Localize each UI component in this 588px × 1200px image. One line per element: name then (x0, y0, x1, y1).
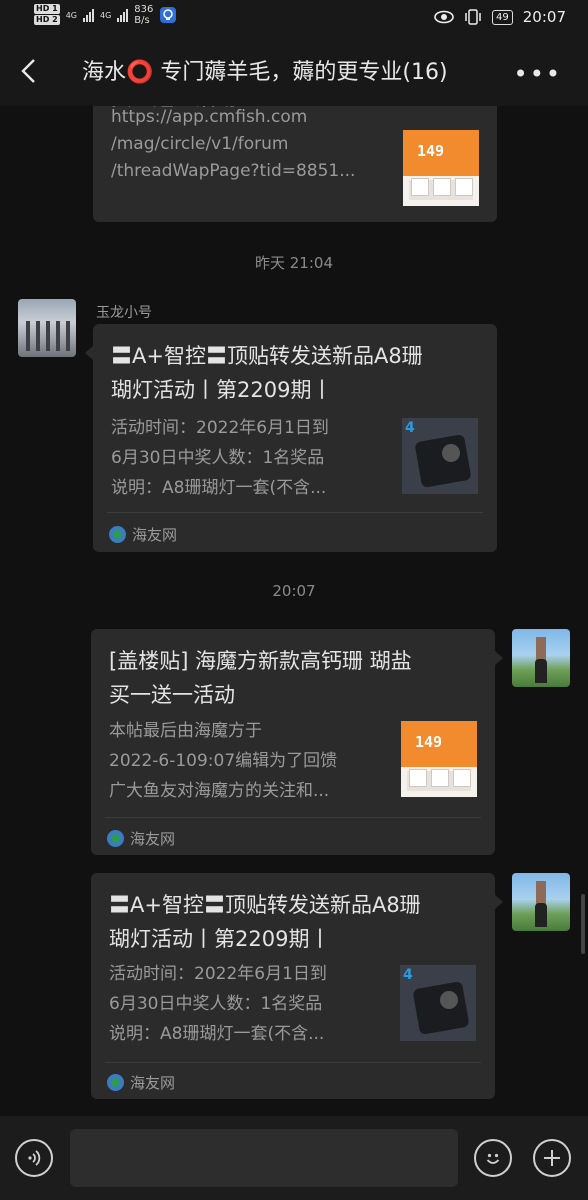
timestamp: 昨天 21:04 (255, 254, 333, 272)
chat-title[interactable]: 海水⭕ 专门薅羊毛，薅的更专业(16) (82, 54, 512, 86)
link-card[interactable]: 〓A+智控〓顶贴转发送新品A8珊 瑚灯活动丨第2209期丨 活动时间：2022年… (91, 873, 495, 1099)
card-divider (105, 817, 481, 818)
card-desc-line: 活动时间：2022年6月1日到 (111, 418, 329, 438)
card-title-line: [盖楼贴] 海魔方新款高钙珊 瑚盐 (109, 649, 412, 673)
card-desc-line: https://app.cmfish.com (111, 107, 308, 127)
eye-icon (434, 10, 454, 24)
source-logo-icon (109, 526, 126, 543)
sim-hd-indicator: HD 1 HD 2 (34, 4, 60, 26)
avatar[interactable] (512, 629, 570, 687)
scrollbar[interactable] (581, 894, 585, 954)
card-desc-line: 2022-6-109:07编辑为了回馈 (109, 751, 338, 771)
card-desc-line: 广大鱼友对海魔方的关注和... (109, 781, 330, 801)
source-name: 海友网 (132, 526, 178, 544)
device-thumbnail: 4 (400, 965, 476, 1041)
status-bar: HD 1 HD 2 4G 4G 836 B/s 49 20:07 (0, 0, 588, 38)
net2-label: 4G (99, 10, 112, 20)
message-input[interactable] (70, 1129, 458, 1187)
card-divider (105, 1062, 481, 1063)
card-divider (107, 512, 483, 513)
card-desc-line: 6月30日中奖人数：1名奖品 (111, 448, 325, 468)
sender-name: 玉龙小号 (96, 305, 152, 321)
bubble-tail (85, 346, 93, 360)
card-title-line: 买一送一活动 (109, 683, 235, 707)
card-title-line: 瑚灯活动丨第2209期丨 (111, 378, 333, 402)
bubble-tail (495, 651, 503, 665)
card-source: 海友网 (107, 828, 175, 849)
signal-icon (82, 8, 94, 22)
speed-value: 836 (134, 4, 154, 15)
card-source: 海友网 (107, 1072, 175, 1093)
promo-thumbnail: 149 (403, 130, 479, 206)
hd1-badge: HD 1 (34, 4, 60, 14)
vibrate-icon (465, 9, 481, 25)
speed-unit: B/s (134, 15, 150, 26)
emoji-icon[interactable] (474, 1139, 512, 1177)
input-bar (0, 1116, 588, 1200)
avatar[interactable] (512, 873, 570, 931)
card-desc-line: 6月30日中奖人数：1名奖品 (109, 994, 323, 1014)
card-title-line: 〓A+智控〓顶贴转发送新品A8珊 (109, 893, 421, 917)
timestamp: 20:07 (272, 582, 316, 600)
more-dots-icon[interactable]: ••• (514, 60, 562, 88)
link-card[interactable]: 买一送一活动 https://app.cmfish.com /mag/circl… (93, 106, 497, 222)
card-desc-line: 说明：A8珊瑚灯一套(不含... (109, 1024, 325, 1044)
card-desc-line: /mag/circle/v1/forum (111, 134, 289, 154)
chat-list[interactable]: 买一送一活动 https://app.cmfish.com /mag/circl… (0, 106, 588, 1116)
thumb-digit: 4 (405, 420, 415, 436)
source-name: 海友网 (130, 1074, 176, 1092)
card-source: 海友网 (109, 524, 177, 545)
thumb-digit: 4 (403, 967, 413, 983)
device-thumbnail: 4 (402, 418, 478, 494)
chevron-left-icon[interactable] (18, 56, 40, 86)
plus-icon[interactable] (533, 1139, 571, 1177)
thumb-price: 149 (417, 142, 445, 160)
network-speed: 836 B/s (134, 4, 153, 26)
card-title-line: 瑚灯活动丨第2209期丨 (109, 927, 331, 951)
card-desc-line: 说明：A8珊瑚灯一套(不含... (111, 478, 327, 498)
source-logo-icon (107, 830, 124, 847)
avatar[interactable] (18, 299, 76, 357)
card-desc-line: 本帖最后由海魔方于 (109, 721, 262, 741)
hd2-badge: HD 2 (34, 15, 60, 25)
bubble-tail (495, 895, 503, 909)
source-logo-icon (107, 1074, 124, 1091)
card-desc-line: 活动时间：2022年6月1日到 (109, 964, 327, 984)
card-desc-line: /threadWapPage?tid=8851... (111, 161, 356, 181)
voice-icon[interactable] (15, 1139, 53, 1177)
promo-thumbnail: 149 (401, 721, 477, 797)
signal-icon (117, 8, 129, 22)
link-card[interactable]: [盖楼贴] 海魔方新款高钙珊 瑚盐 买一送一活动 本帖最后由海魔方于 2022-… (91, 629, 495, 855)
card-title-line: 〓A+智控〓顶贴转发送新品A8珊 (111, 344, 423, 368)
chat-header: 海水⭕ 专门薅羊毛，薅的更专业(16) ••• (0, 38, 588, 106)
bulb-icon (160, 7, 177, 23)
link-card[interactable]: 〓A+智控〓顶贴转发送新品A8珊 瑚灯活动丨第2209期丨 活动时间：2022年… (93, 324, 497, 552)
thumb-price: 149 (415, 733, 443, 751)
status-time: 20:07 (522, 8, 566, 26)
net1-label: 4G (65, 10, 77, 20)
battery-icon: 49 (492, 9, 513, 25)
source-name: 海友网 (130, 830, 176, 848)
